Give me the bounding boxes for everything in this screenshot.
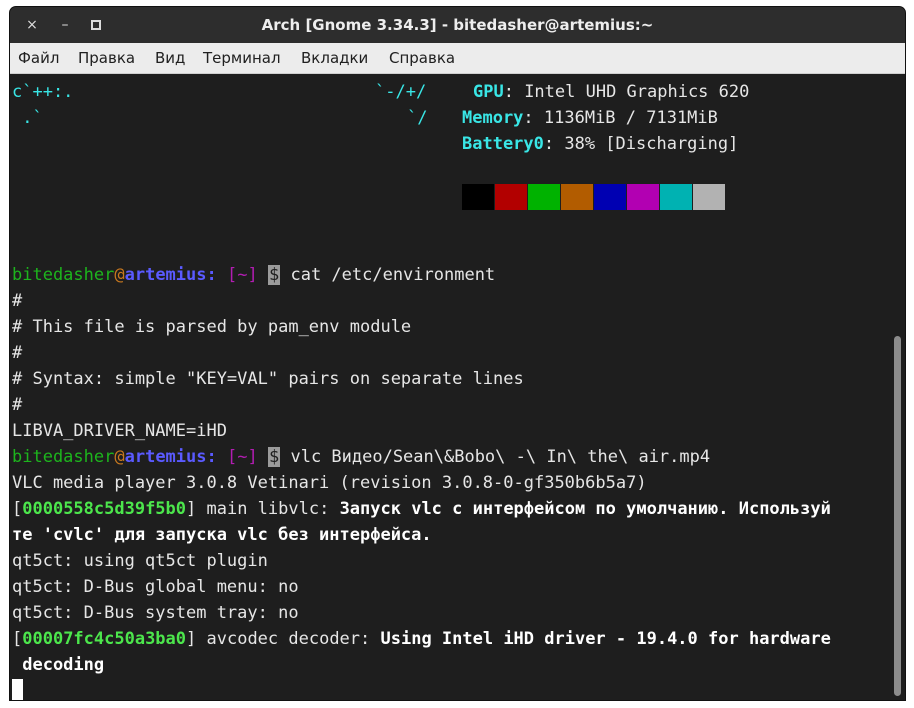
output-line: VLC media player 3.0.8 Vetinari (revisio… bbox=[12, 473, 647, 493]
prompt-host: artemius bbox=[124, 265, 207, 285]
output-line: LIBVA_DRIVER_NAME=iHD bbox=[12, 421, 227, 441]
log-message-continued: decoding bbox=[12, 655, 105, 675]
prompt-dir: [~] bbox=[227, 447, 258, 467]
window-title: Arch [Gnome 3.34.3] - bitedasher@artemiu… bbox=[261, 16, 654, 34]
menu-tabs[interactable]: Вкладки bbox=[301, 43, 368, 73]
ascii-left: c`++:. bbox=[12, 82, 74, 102]
gpu-line: GPU: Intel UHD Graphics 620 bbox=[473, 79, 749, 105]
log-address: 00007fc4c50a3ba0 bbox=[22, 629, 187, 649]
prompt-colon: : bbox=[206, 265, 217, 285]
prompt-dollar: $ bbox=[267, 447, 281, 467]
bracket-open: [ bbox=[12, 499, 23, 519]
output-line: qt5ct: D-Bus global menu: no bbox=[12, 577, 299, 597]
palette-swatch bbox=[495, 184, 527, 210]
menu-help[interactable]: Справка bbox=[389, 43, 455, 73]
log-module: main libvlc: bbox=[196, 499, 340, 519]
output-line: # Syntax: simple "KEY=VAL" pairs on sepa… bbox=[12, 369, 524, 389]
palette-swatch bbox=[462, 184, 494, 210]
output-line: # bbox=[12, 291, 23, 311]
palette-swatch bbox=[561, 184, 593, 210]
palette-swatch bbox=[594, 184, 626, 210]
log-message: Using Intel iHD driver - 19.4.0 for hard… bbox=[380, 629, 831, 649]
log-line: [0000558c5d39f5b0] main libvlc: Запуск v… bbox=[12, 496, 831, 522]
output-line: qt5ct: using qt5ct plugin bbox=[12, 551, 268, 571]
log-message-continued: те 'cvlc' для запуска vlc без интерфейса… bbox=[12, 525, 432, 545]
output-line: # bbox=[12, 343, 23, 363]
battery-value: : 38% [Discharging] bbox=[543, 134, 739, 154]
log-message: Запуск vlc с интерфейсом по умолчанию. И… bbox=[339, 499, 831, 519]
scrollbar-thumb[interactable] bbox=[894, 336, 901, 696]
menu-edit[interactable]: Правка bbox=[78, 43, 135, 73]
battery-line: Battery0: 38% [Discharging] bbox=[462, 131, 738, 157]
prompt-line: bitedasher@artemius: [~] $ cat /etc/envi… bbox=[12, 262, 495, 288]
bracket-close: ] bbox=[186, 629, 197, 649]
output-line: # bbox=[12, 395, 23, 415]
prompt-at: @ bbox=[114, 447, 125, 467]
gpu-value: : Intel UHD Graphics 620 bbox=[503, 82, 750, 102]
palette-swatch bbox=[528, 184, 560, 210]
title-bar[interactable]: × – Arch [Gnome 3.34.3] - bitedasher@art… bbox=[10, 7, 905, 43]
menu-view[interactable]: Вид bbox=[155, 43, 185, 73]
ascii-art-line: c`++:. bbox=[12, 79, 73, 105]
command-text: vlc Видео/Sean\&Bobo\ -\ In\ the\ air.mp… bbox=[290, 447, 711, 467]
ascii-art-right: `-/+/ bbox=[375, 79, 426, 105]
battery-label: Battery0 bbox=[462, 134, 544, 154]
prompt-host: artemius bbox=[124, 447, 207, 467]
ascii-right: `/ bbox=[407, 108, 428, 128]
gpu-label: GPU bbox=[473, 82, 504, 102]
palette-swatch bbox=[627, 184, 659, 210]
log-module: avcodec decoder: bbox=[196, 629, 381, 649]
output-line: qt5ct: D-Bus system tray: no bbox=[12, 603, 299, 623]
prompt-colon: : bbox=[206, 447, 217, 467]
memory-value: : 1136MiB / 7131MiB bbox=[523, 108, 718, 128]
prompt-dir: [~] bbox=[227, 265, 258, 285]
menu-bar: Файл Правка Вид Терминал Вкладки Справка bbox=[10, 43, 905, 74]
palette-swatch bbox=[660, 184, 692, 210]
menu-file[interactable]: Файл bbox=[18, 43, 59, 73]
prompt-dollar: $ bbox=[267, 265, 281, 285]
command-text: cat /etc/environment bbox=[290, 265, 496, 285]
bracket-open: [ bbox=[12, 629, 23, 649]
bracket-close: ] bbox=[186, 499, 197, 519]
ascii-art-right: `/ bbox=[407, 105, 427, 131]
prompt-user: bitedasher bbox=[12, 265, 115, 285]
ascii-art-line: .` bbox=[12, 105, 43, 131]
log-address: 0000558c5d39f5b0 bbox=[22, 499, 187, 519]
memory-label: Memory bbox=[462, 108, 524, 128]
menu-terminal[interactable]: Терминал bbox=[203, 43, 281, 73]
terminal-window: × – Arch [Gnome 3.34.3] - bitedasher@art… bbox=[10, 7, 905, 700]
prompt-at: @ bbox=[114, 265, 125, 285]
log-line: [00007fc4c50a3ba0] avcodec decoder: Usin… bbox=[12, 626, 831, 652]
prompt-line: bitedasher@artemius: [~] $ vlc Видео/Sea… bbox=[12, 444, 710, 470]
palette-swatch bbox=[693, 184, 725, 210]
prompt-user: bitedasher bbox=[12, 447, 115, 467]
memory-line: Memory: 1136MiB / 7131MiB bbox=[462, 105, 718, 131]
ascii-left: .` bbox=[12, 108, 43, 128]
ascii-right: `-/+/ bbox=[375, 82, 427, 102]
scrollbar[interactable] bbox=[890, 74, 905, 700]
text-cursor bbox=[12, 679, 23, 700]
terminal-output[interactable]: c`++:. `-/+/ .` `/ GPU: Intel UHD Graphi… bbox=[10, 74, 890, 700]
output-line: # This file is parsed by pam_env module bbox=[12, 317, 412, 337]
